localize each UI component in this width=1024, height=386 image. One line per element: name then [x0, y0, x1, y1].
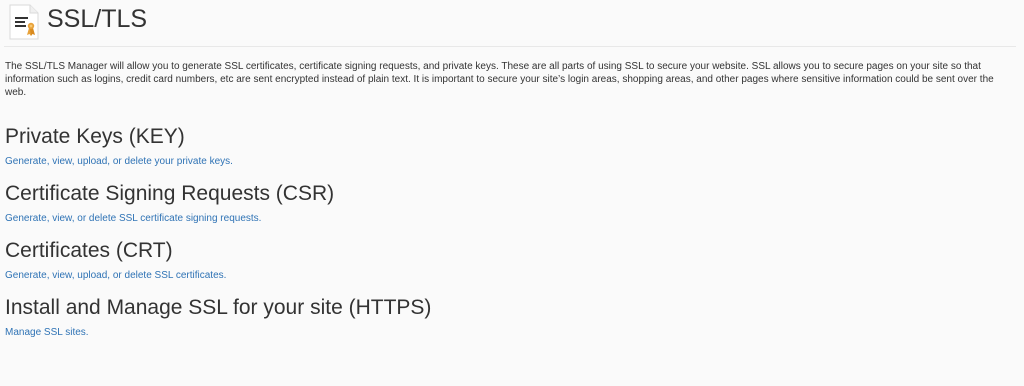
ssl-tls-page: SSL/TLS The SSL/TLS Manager will allow y… [0, 0, 1024, 386]
page-header: SSL/TLS [0, 0, 1024, 42]
csr-link[interactable]: Generate, view, or delete SSL certificat… [5, 212, 261, 225]
section-install-manage-ssl: Install and Manage SSL for your site (HT… [5, 296, 1005, 340]
intro-description: The SSL/TLS Manager will allow you to ge… [5, 61, 994, 98]
certificates-link[interactable]: Generate, view, upload, or delete SSL ce… [5, 269, 226, 282]
section-certificates: Certificates (CRT) Generate, view, uploa… [5, 239, 1005, 283]
header-divider [4, 46, 1016, 47]
section-heading-csr: Certificate Signing Requests (CSR) [5, 182, 335, 205]
section-heading-install-manage-ssl: Install and Manage SSL for your site (HT… [5, 296, 432, 319]
manage-ssl-sites-link[interactable]: Manage SSL sites. [5, 326, 89, 339]
section-heading-certificates: Certificates (CRT) [5, 239, 173, 262]
section-private-keys: Private Keys (KEY) Generate, view, uploa… [5, 125, 1005, 169]
page-title: SSL/TLS [47, 5, 148, 33]
ssl-certificate-icon [8, 4, 40, 40]
private-keys-link[interactable]: Generate, view, upload, or delete your p… [5, 155, 233, 168]
section-csr: Certificate Signing Requests (CSR) Gener… [5, 182, 1005, 226]
section-heading-private-keys: Private Keys (KEY) [5, 125, 185, 148]
